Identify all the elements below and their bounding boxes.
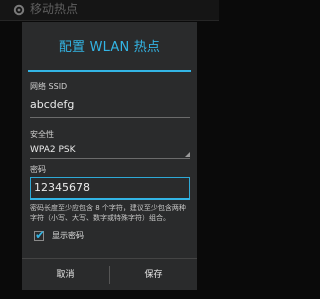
show-password-label: 显示密码 bbox=[52, 231, 84, 240]
security-select[interactable]: WPA2 PSK bbox=[30, 144, 76, 156]
ssid-underline bbox=[30, 117, 190, 118]
action-bar: 移动热点 bbox=[0, 0, 219, 21]
checkmark-icon: ✔ bbox=[35, 228, 46, 242]
security-underline bbox=[30, 158, 190, 159]
show-password-checkbox[interactable]: ✔ bbox=[34, 228, 46, 242]
dialog-button-bar: 取消 保存 bbox=[22, 258, 197, 291]
action-bar-title: 移动热点 bbox=[30, 2, 79, 16]
settings-icon[interactable] bbox=[12, 2, 26, 16]
ssid-label: 网络 SSID bbox=[30, 82, 68, 91]
password-hint: 密码长度至少应包含 8 个字符，建议至少包含两种字符（小写、大写、数字或特殊字符… bbox=[30, 204, 186, 222]
dialog-title: 配置 WLAN 热点 bbox=[58, 40, 161, 55]
title-divider bbox=[28, 70, 191, 72]
show-password-row[interactable]: ✔ 显示密码 bbox=[30, 228, 150, 244]
save-button[interactable]: 保存 bbox=[110, 259, 197, 291]
ssid-input[interactable]: abcdefg bbox=[30, 96, 192, 114]
password-input[interactable]: 12345678 bbox=[30, 177, 190, 199]
dropdown-corner-icon bbox=[185, 152, 190, 157]
password-label: 密码 bbox=[30, 165, 46, 174]
cancel-button[interactable]: 取消 bbox=[22, 259, 109, 291]
wlan-hotspot-dialog: 配置 WLAN 热点 网络 SSID abcdefg 安全性 WPA2 PSK … bbox=[22, 22, 197, 290]
security-label: 安全性 bbox=[30, 130, 54, 139]
password-focus-underline bbox=[30, 198, 190, 200]
